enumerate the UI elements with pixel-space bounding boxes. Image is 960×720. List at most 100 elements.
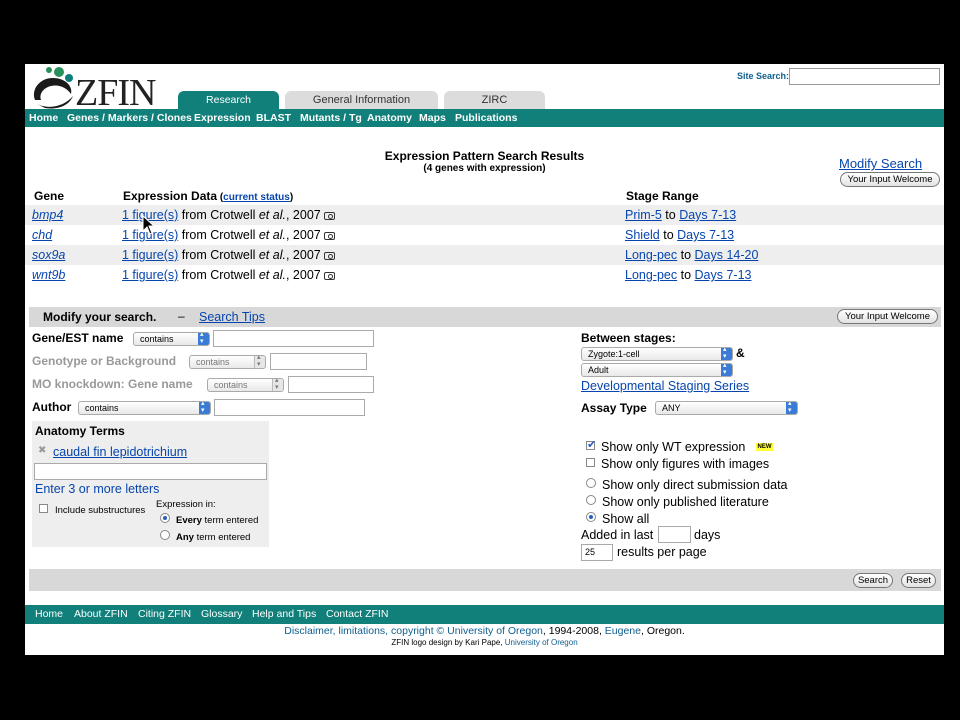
search-tips-link[interactable]: Search Tips — [199, 310, 265, 324]
developmental-staging-link[interactable]: Developmental Staging Series — [581, 379, 749, 393]
author-operator-select[interactable]: contains — [78, 401, 211, 415]
stage-to-select[interactable]: Adult — [581, 363, 733, 377]
direct-submission-radio[interactable] — [586, 478, 596, 488]
main-nav: Home Genes / Markers / Clones Expression… — [25, 109, 944, 127]
author-label: Author — [32, 400, 72, 414]
anatomy-term-link[interactable]: caudal fin lepidotrichium — [53, 445, 187, 459]
anatomy-terms-title: Anatomy Terms — [35, 424, 125, 438]
expression-data: 1 figure(s) from Crotwell et al., 2007 — [122, 248, 335, 262]
select-arrow-icon — [198, 333, 209, 345]
site-search-input[interactable] — [789, 68, 940, 85]
nav-genes-markers-clones[interactable]: Genes / Markers / Clones — [67, 112, 192, 124]
remove-term-icon[interactable]: ✖ — [38, 445, 46, 456]
anatomy-terms-panel: Anatomy Terms ✖ caudal fin lepidotrichiu… — [32, 421, 269, 547]
anatomy-term-input[interactable] — [34, 463, 267, 480]
stage-start-link[interactable]: Long-pec — [625, 268, 677, 282]
stage-start-link[interactable]: Long-pec — [625, 248, 677, 262]
nav-expression[interactable]: Expression — [194, 112, 251, 124]
tab-zirc[interactable]: ZIRC — [444, 91, 545, 109]
stage-range: Prim-5 to Days 7-13 — [625, 208, 737, 222]
include-substructures-checkbox[interactable] — [39, 504, 48, 513]
stage-start-link[interactable]: Shield — [625, 228, 660, 242]
show-all-radio[interactable] — [586, 512, 596, 522]
days-label: days — [694, 528, 721, 542]
nav-publications[interactable]: Publications — [455, 112, 517, 124]
camera-icon[interactable] — [323, 251, 335, 260]
every-term-radio[interactable] — [160, 513, 170, 523]
genotype-input[interactable] — [270, 353, 367, 370]
anatomy-hint: Enter 3 or more letters — [35, 482, 160, 496]
stage-end-link[interactable]: Days 7-13 — [677, 228, 734, 242]
logo-text: ZFIN — [75, 72, 156, 114]
gene-link[interactable]: sox9a — [32, 248, 65, 262]
genotype-operator-select[interactable]: contains — [189, 355, 266, 369]
expression-data: 1 figure(s) from Crotwell et al., 2007 — [122, 268, 335, 282]
modify-dash: – — [178, 309, 185, 323]
mo-operator-select[interactable]: contains — [207, 378, 284, 392]
search-button[interactable]: Search — [853, 573, 893, 588]
camera-icon[interactable] — [323, 271, 335, 280]
figures-link[interactable]: 1 figure(s) — [122, 268, 178, 282]
select-arrow-icon — [721, 364, 732, 376]
modify-search-link[interactable]: Modify Search — [839, 156, 922, 171]
stage-end-link[interactable]: Days 7-13 — [679, 208, 736, 222]
gene-link[interactable]: wnt9b — [32, 268, 65, 282]
stage-start-link[interactable]: Prim-5 — [625, 208, 662, 222]
published-literature-radio[interactable] — [586, 495, 596, 505]
added-days-input[interactable] — [658, 526, 691, 543]
any-term-radio[interactable] — [160, 530, 170, 540]
select-arrow-icon — [254, 356, 265, 368]
select-arrow-icon — [721, 348, 732, 360]
disclaimer-link[interactable]: Disclaimer, limitations, copyright © Uni… — [284, 625, 543, 637]
university-link[interactable]: University of Oregon — [505, 638, 578, 647]
table-row: chd 1 figure(s) from Crotwell et al., 20… — [25, 225, 944, 245]
nav-mutants-tg[interactable]: Mutants / Tg — [300, 112, 362, 124]
mo-gene-input[interactable] — [288, 376, 374, 393]
footer-disclaimer: Disclaimer, limitations, copyright © Uni… — [284, 625, 685, 637]
reset-button[interactable]: Reset — [901, 573, 936, 588]
input-welcome-button-2[interactable]: Your Input Welcome — [837, 309, 938, 324]
nav-blast[interactable]: BLAST — [256, 112, 291, 124]
assay-type-select[interactable]: ANY — [655, 401, 798, 415]
footer-glossary-link[interactable]: Glossary — [201, 608, 242, 620]
between-stages-label: Between stages: — [581, 331, 676, 345]
results-title: Expression Pattern Search Results — [384, 149, 585, 163]
new-badge: NEW — [756, 443, 773, 451]
footer-help-link[interactable]: Help and Tips — [252, 608, 316, 620]
camera-icon[interactable] — [323, 211, 335, 220]
table-row: sox9a 1 figure(s) from Crotwell et al., … — [25, 245, 944, 265]
stage-end-link[interactable]: Days 14-20 — [695, 248, 759, 262]
results-per-page-label: results per page — [617, 545, 707, 559]
footer-contact-link[interactable]: Contact ZFIN — [326, 608, 388, 620]
tab-general-information[interactable]: General Information — [285, 91, 438, 109]
stage-end-link[interactable]: Days 7-13 — [695, 268, 752, 282]
images-only-label: Show only figures with images — [601, 457, 770, 471]
images-only-checkbox[interactable] — [586, 458, 595, 467]
input-welcome-button[interactable]: Your Input Welcome — [840, 172, 940, 187]
nav-home[interactable]: Home — [29, 112, 58, 124]
gene-est-input[interactable] — [213, 330, 374, 347]
footer-home-link[interactable]: Home — [35, 608, 63, 620]
camera-icon[interactable] — [323, 231, 335, 240]
results-per-page-input[interactable]: 25 — [581, 544, 613, 561]
gene-link[interactable]: chd — [32, 228, 52, 242]
stage-range: Long-pec to Days 14-20 — [625, 248, 759, 262]
figures-link[interactable]: 1 figure(s) — [122, 248, 178, 262]
zfin-logo[interactable]: ZFIN — [29, 64, 169, 114]
gene-operator-select[interactable]: contains — [133, 332, 210, 346]
results-subtitle: (4 genes with expression) — [423, 163, 546, 174]
eugene-link[interactable]: Eugene — [605, 625, 641, 637]
author-input[interactable] — [214, 399, 365, 416]
nav-anatomy[interactable]: Anatomy — [367, 112, 412, 124]
footer-citing-link[interactable]: Citing ZFIN — [138, 608, 191, 620]
wt-only-checkbox[interactable] — [586, 438, 596, 451]
table-row: wnt9b 1 figure(s) from Crotwell et al., … — [25, 265, 944, 285]
footer-about-link[interactable]: About ZFIN — [74, 608, 128, 620]
nav-maps[interactable]: Maps — [419, 112, 446, 124]
stage-from-select[interactable]: Zygote:1-cell — [581, 347, 733, 361]
current-status-link[interactable]: current status — [223, 192, 290, 203]
stage-range: Shield to Days 7-13 — [625, 228, 735, 242]
zfin-page: ZFIN Site Search: Research General Infor… — [25, 64, 944, 655]
tab-research[interactable]: Research — [178, 91, 279, 109]
gene-link[interactable]: bmp4 — [32, 208, 63, 222]
